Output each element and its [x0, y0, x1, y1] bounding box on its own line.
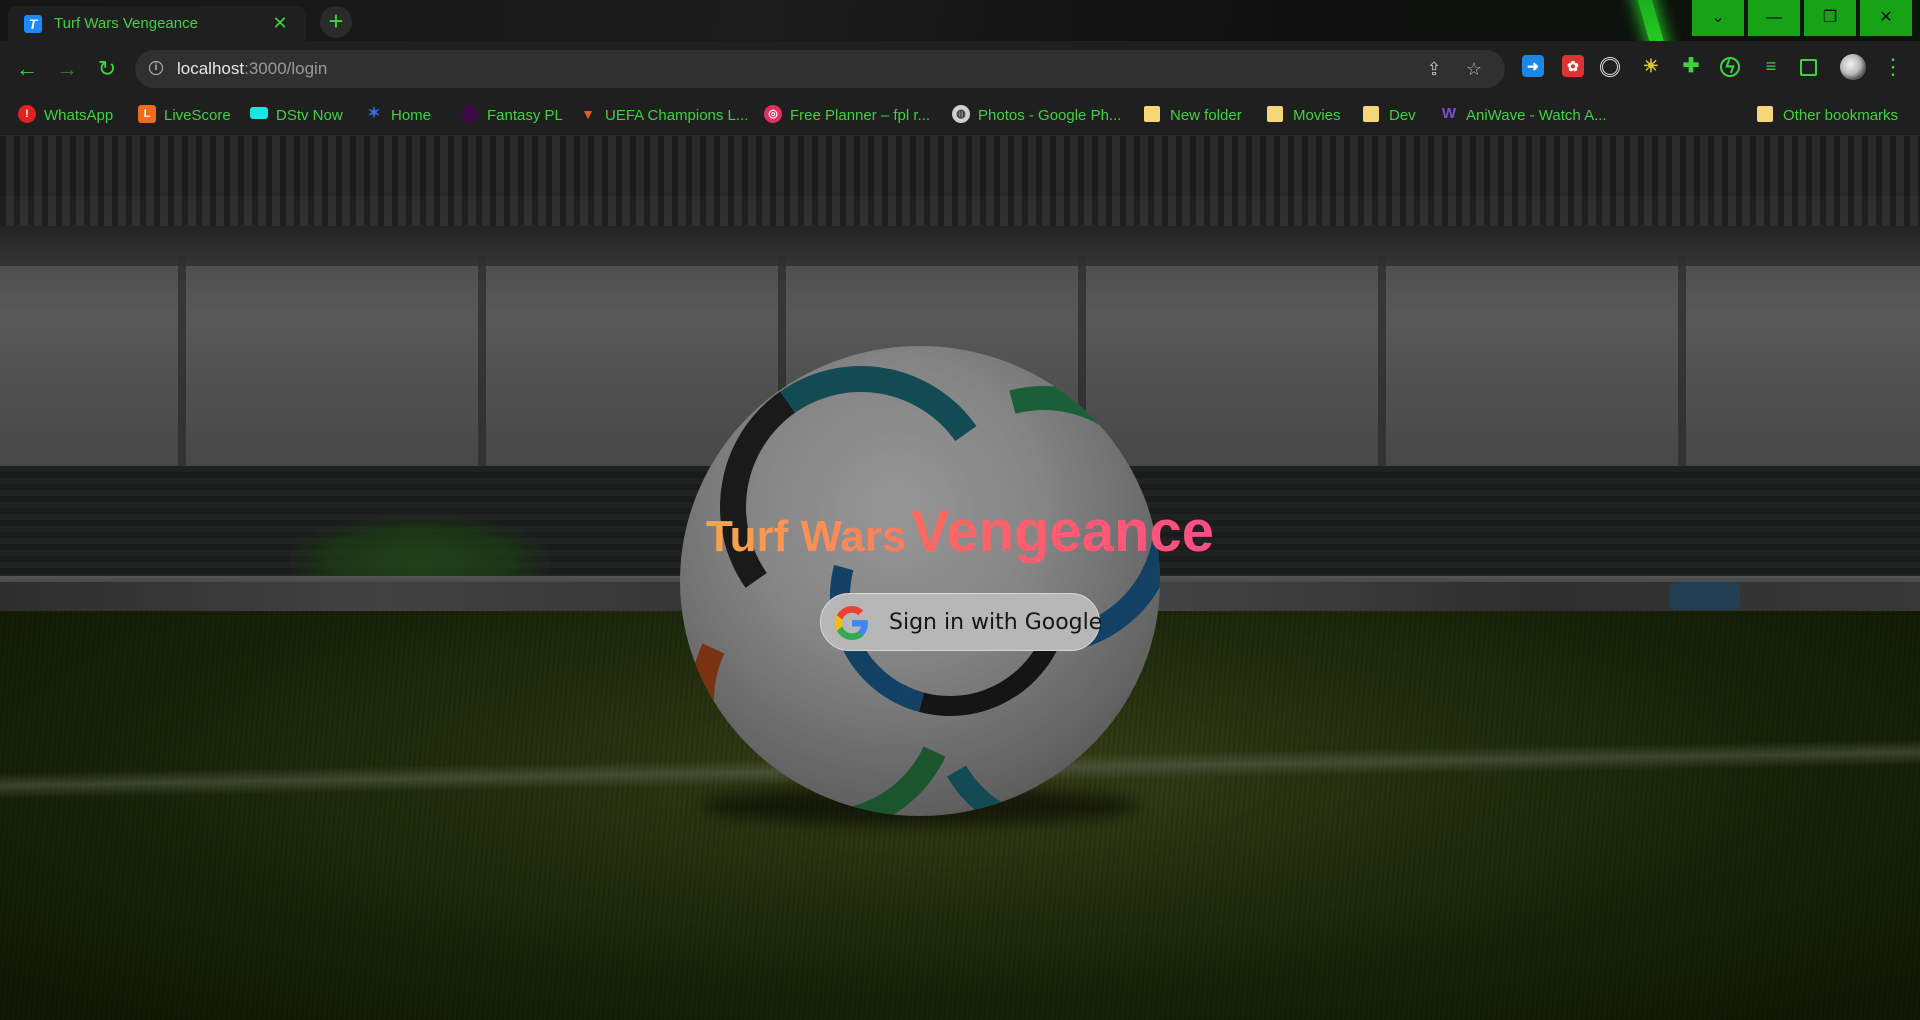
url-path: :3000/login: [244, 59, 328, 78]
folder-icon: [1757, 106, 1773, 123]
url-host: localhost: [177, 59, 245, 78]
sign-in-with-google-button[interactable]: Sign in with Google: [820, 593, 1103, 651]
site-info-icon[interactable]: i: [149, 61, 163, 75]
address-bar[interactable]: i localhost:3000/login ⇪ ☆: [135, 50, 1505, 88]
new-tab-button[interactable]: +: [320, 6, 352, 38]
background-overlay: [0, 136, 1920, 1020]
bookmark-label: LiveScore: [164, 107, 231, 124]
other-bookmarks-label: Other bookmarks: [1783, 107, 1899, 124]
bookmark-home[interactable]: ✶ Home: [365, 105, 432, 126]
extension-blue-icon[interactable]: ➜: [1522, 55, 1544, 77]
uefa-icon: ▼: [581, 106, 595, 123]
bookmark-whatsapp[interactable]: ! WhatsApp: [18, 105, 114, 126]
profile-avatar[interactable]: [1840, 54, 1866, 80]
app-title-part2: Vengeance: [910, 499, 1214, 564]
bookmark-label: Photos - Google Ph...: [978, 107, 1122, 124]
folder-icon: [1144, 106, 1160, 123]
more-menu-icon[interactable]: ⋮: [1882, 54, 1904, 80]
app-title-part1: Turf Wars: [706, 512, 907, 561]
bookmark-label: Fantasy PL: [487, 107, 563, 124]
bookmark-free-planner[interactable]: ◎ Free Planner – fpl r...: [764, 105, 931, 126]
extension-red-icon[interactable]: ✿: [1562, 55, 1584, 77]
sign-in-label: Sign in with Google: [889, 610, 1103, 635]
bookmark-fantasy-pl[interactable]: Fantasy PL: [461, 105, 563, 126]
extension-sun-icon[interactable]: ☀: [1640, 55, 1662, 77]
tab-title: Turf Wars Vengeance: [54, 15, 198, 32]
tab-search-button[interactable]: ⌄: [1692, 0, 1744, 36]
dstv-icon: [250, 107, 268, 120]
bookmark-dstv[interactable]: DStv Now: [250, 106, 343, 126]
livescore-icon: L: [138, 105, 156, 124]
bookmark-label: Dev: [1389, 107, 1416, 124]
tab-close-icon[interactable]: ✕: [270, 13, 290, 33]
reload-icon[interactable]: ↻: [93, 55, 121, 83]
planner-icon: ◎: [764, 105, 782, 124]
bookmark-label: Home: [391, 107, 432, 124]
media-control-icon[interactable]: ≡: [1760, 55, 1782, 77]
tab-favicon-icon: T: [24, 15, 42, 33]
bookmark-label: DStv Now: [276, 107, 343, 124]
login-page: Turf Wars Vengeance Sign in with Google: [0, 136, 1920, 1020]
bookmark-label: Movies: [1293, 107, 1341, 124]
theme-green-streak: [1633, 0, 1691, 41]
fantasy-pl-icon: [461, 105, 479, 124]
bookmarks-bar: ! WhatsApp L LiveScore DStv Now ✶ Home Fant…: [0, 97, 1920, 136]
browser-tab[interactable]: T Turf Wars Vengeance ✕: [8, 6, 306, 41]
window-title-bar: T Turf Wars Vengeance ✕ + ⌄ — ❐ ✕: [0, 0, 1920, 41]
google-logo-icon: [835, 606, 868, 640]
side-panel-icon[interactable]: [1800, 59, 1817, 76]
bookmark-folder-dev[interactable]: Dev: [1363, 106, 1416, 126]
minimize-button[interactable]: —: [1748, 0, 1800, 36]
folder-icon: [1363, 106, 1379, 123]
bookmark-label: UEFA Champions L...: [605, 107, 749, 124]
puzzle-icon[interactable]: ✚: [1680, 55, 1702, 77]
home-star-icon: ✶: [367, 105, 381, 123]
close-window-button[interactable]: ✕: [1860, 0, 1912, 36]
extension-bolt-icon[interactable]: ϟ: [1720, 57, 1740, 77]
bookmark-label: WhatsApp: [44, 107, 114, 124]
bookmark-folder-new[interactable]: New folder: [1144, 106, 1242, 126]
bookmark-google-photos[interactable]: ◍ Photos - Google Ph...: [952, 105, 1122, 126]
bookmark-uefa[interactable]: ▼ UEFA Champions L...: [579, 106, 748, 126]
globe-icon: ◍: [952, 105, 970, 124]
other-bookmarks[interactable]: Other bookmarks: [1757, 106, 1898, 126]
restore-button[interactable]: ❐: [1804, 0, 1856, 36]
bookmark-label: AniWave - Watch A...: [1466, 107, 1607, 124]
bookmark-aniwave[interactable]: W AniWave - Watch A...: [1440, 105, 1607, 126]
bookmark-label: New folder: [1170, 107, 1242, 124]
aniwave-icon: W: [1441, 105, 1457, 123]
share-icon[interactable]: ⇪: [1423, 58, 1445, 80]
bookmark-label: Free Planner – fpl r...: [790, 107, 931, 124]
bookmark-livescore[interactable]: L LiveScore: [138, 105, 231, 126]
back-arrow-icon[interactable]: ←: [13, 55, 41, 83]
bookmark-folder-movies[interactable]: Movies: [1267, 106, 1341, 126]
folder-icon: [1267, 106, 1283, 123]
url-text[interactable]: localhost:3000/login: [177, 59, 327, 79]
browser-toolbar: ← → ↻ i localhost:3000/login ⇪ ☆: [0, 41, 1920, 97]
forward-arrow-icon[interactable]: →: [53, 55, 81, 83]
app-title: Turf Wars Vengeance: [0, 498, 1920, 565]
bookmark-star-icon[interactable]: ☆: [1463, 58, 1485, 80]
whatsapp-icon: !: [18, 105, 36, 124]
extension-target-icon[interactable]: [1600, 57, 1620, 77]
